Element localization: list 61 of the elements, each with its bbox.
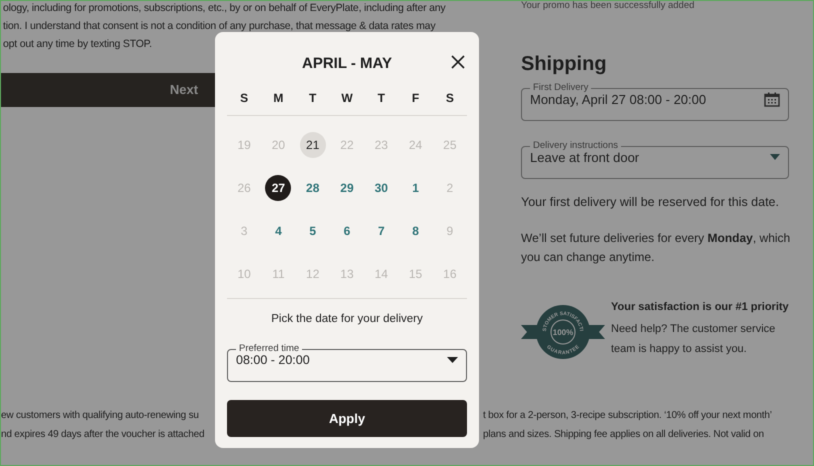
promo-message: Your promo has been successfully added <box>521 1 696 13</box>
terms-text: plans and sizes. Shipping fee applies on all deliveries. Not valid on <box>483 428 765 442</box>
calendar-day[interactable]: 23 <box>368 132 394 158</box>
apply-button[interactable]: Apply <box>227 400 467 438</box>
info-text: We’ll set future deliveries for every Monday, which you can change anytime. <box>521 230 792 266</box>
field-label: Delivery instructions <box>532 139 619 152</box>
calendar-icon[interactable] <box>764 92 780 107</box>
dropdown-field[interactable]: Preferred time 08:00 - 20:00 <box>227 342 467 382</box>
selected-date[interactable]: 27 <box>265 174 292 200</box>
field-label: First Delivery <box>532 81 590 94</box>
calendar-day[interactable]: 11 <box>265 260 292 286</box>
calendar-day[interactable]: 29 <box>334 174 360 200</box>
consent-text: opt out any time by texting STOP. <box>3 37 152 52</box>
calendar-day[interactable]: 7 <box>368 218 394 244</box>
terms-text: t box for a 2-person, 3-recipe subscription. ‘10% off your next month’ <box>483 409 773 423</box>
weekday-label: W <box>341 90 353 106</box>
calendar-day[interactable]: 25 <box>436 132 463 158</box>
calendar-day[interactable]: 10 <box>231 260 258 286</box>
field-label: Preferred time <box>238 342 300 355</box>
weekday-label: T <box>309 90 316 106</box>
consent-text: ology, including for promotions, subscriptions, etc., by or on behalf of EveryPlate, including after any <box>3 1 446 16</box>
calendar-day[interactable]: 5 <box>300 218 326 244</box>
calendar-day[interactable]: 19 <box>231 132 258 158</box>
calendar-day[interactable]: 16 <box>436 260 463 286</box>
calendar-day[interactable]: 12 <box>300 260 326 286</box>
calendar-day[interactable]: 6 <box>334 218 360 244</box>
guarantee-text: Need help? The customer service team is happy to assist you. <box>611 322 776 358</box>
caret-icon <box>770 154 780 160</box>
section-heading: Shipping <box>521 52 608 78</box>
calendar-day[interactable]: 9 <box>436 218 463 244</box>
date-field[interactable]: First Delivery Monday, April 27 08:00 - 20:00 <box>521 81 789 122</box>
weekday-label: F <box>412 90 420 106</box>
calendar-day[interactable]: 26 <box>231 174 258 200</box>
weekday-label: S <box>446 90 454 106</box>
dropdown-field[interactable]: Delivery instructions Leave at front door <box>521 139 789 180</box>
calendar-day[interactable]: 13 <box>334 260 360 286</box>
calendar-day[interactable]: 14 <box>368 260 394 286</box>
calendar-day[interactable]: 8 <box>402 218 429 244</box>
calendar-day[interactable]: 4 <box>265 218 292 244</box>
terms-text: nd expires 49 days after the voucher is attached <box>1 428 204 442</box>
hint-text: Pick the date for your delivery <box>270 312 424 327</box>
calendar-day[interactable]: 24 <box>402 132 429 158</box>
calendar-day[interactable]: 28 <box>300 174 326 200</box>
calendar-day[interactable]: 21 <box>300 132 326 158</box>
calendar-day[interactable]: 22 <box>334 132 360 158</box>
consent-text: tion. I understand that consent is not a condition of any purchase, that message & data rates may <box>3 19 436 34</box>
calendar-day[interactable]: 30 <box>368 174 394 200</box>
calendar-day[interactable]: 2 <box>436 174 463 200</box>
terms-text: ew customers with qualifying auto-renewing su <box>1 409 199 423</box>
guarantee-title: Your satisfaction is our #1 priority <box>611 300 790 316</box>
calendar-day[interactable]: 15 <box>402 260 429 286</box>
close-icon[interactable] <box>451 55 465 69</box>
weekday-label: S <box>240 90 248 106</box>
weekday-label: T <box>378 90 385 106</box>
calendar-day[interactable]: 1 <box>402 174 429 200</box>
calendar-day[interactable]: 3 <box>231 218 258 244</box>
caret-icon <box>447 356 458 363</box>
info-text: Your first delivery will be reserved for this date. <box>521 194 780 212</box>
calendar-day[interactable]: 20 <box>265 132 292 158</box>
dialog-title: APRIL - MAY <box>302 54 392 74</box>
weekday-label: M <box>273 90 284 106</box>
